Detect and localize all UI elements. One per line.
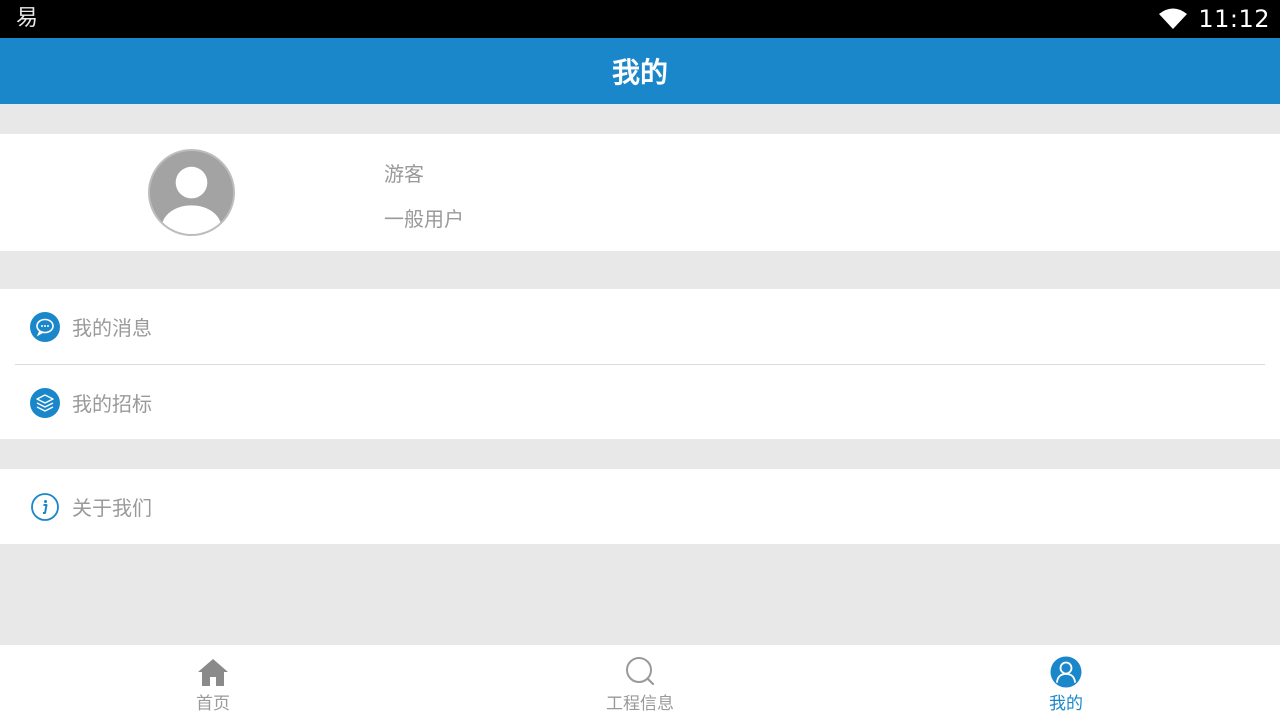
user-icon — [1050, 656, 1082, 688]
info-icon — [31, 492, 59, 521]
user-role: 一般用户 — [384, 207, 464, 231]
avatar-icon — [147, 148, 236, 237]
bottom-tab-bar: 首页 工程信息 我的 — [0, 645, 1280, 720]
wifi-icon — [1159, 8, 1188, 29]
menu-item-bids-label: 我的招标 — [72, 392, 152, 416]
status-time: 11:12 — [1198, 5, 1270, 33]
menu-group-secondary: 关于我们 — [0, 469, 1280, 544]
status-bar: 易 11:12 — [0, 0, 1280, 38]
tab-project-info-label: 工程信息 — [606, 694, 674, 714]
profile-card[interactable] — [0, 134, 1280, 251]
search-icon — [626, 657, 655, 686]
tab-mine-label: 我的 — [1049, 694, 1083, 714]
app-notification-icon: 易 — [16, 6, 39, 31]
status-indicators: 11:12 — [1158, 0, 1270, 38]
chat-bubble-icon — [30, 311, 60, 342]
menu-item-bids[interactable]: 我的招标 — [0, 365, 1280, 440]
menu-item-about[interactable]: 关于我们 — [0, 469, 1280, 544]
menu-group-primary: 我的消息 我的招标 — [0, 289, 1280, 439]
tab-home-label: 首页 — [196, 694, 230, 714]
tab-project-info[interactable]: 工程信息 — [540, 645, 740, 720]
page-title: 我的 — [611, 56, 668, 89]
tab-home[interactable]: 首页 — [113, 645, 313, 720]
layers-icon — [30, 387, 60, 418]
menu-item-messages-label: 我的消息 — [72, 316, 152, 340]
user-name: 游客 — [384, 162, 424, 186]
menu-item-messages[interactable]: 我的消息 — [0, 289, 1280, 364]
title-bar: 我的 — [0, 38, 1280, 104]
home-icon — [198, 659, 228, 686]
tab-mine[interactable]: 我的 — [966, 645, 1166, 720]
menu-item-about-label: 关于我们 — [72, 496, 152, 520]
